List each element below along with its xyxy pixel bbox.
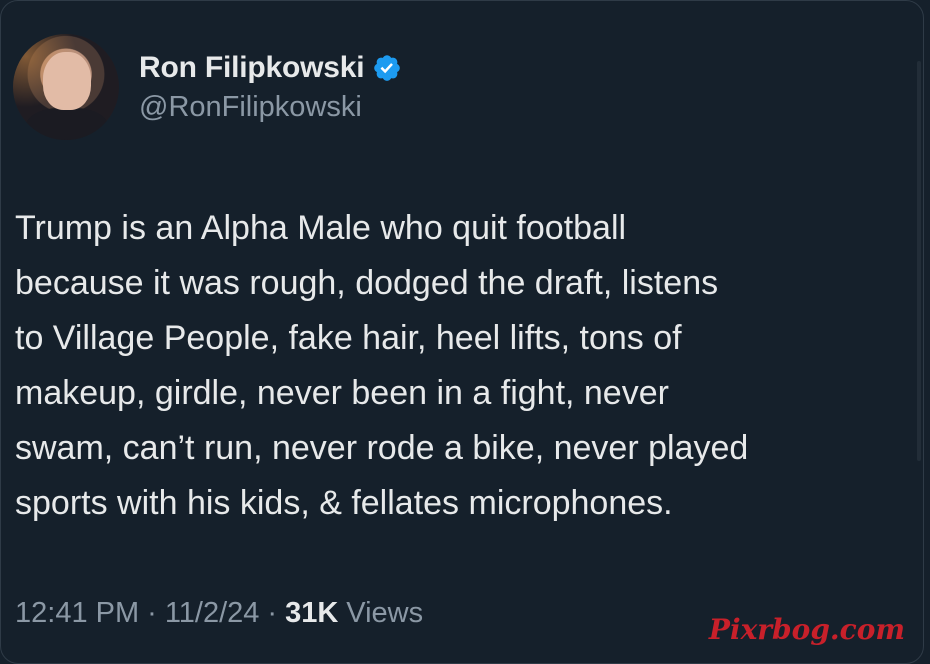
- views-count[interactable]: 31K: [285, 597, 338, 630]
- views-label[interactable]: Views: [346, 597, 423, 630]
- tweet-text: Trump is an Alpha Male who quit football…: [15, 209, 749, 522]
- avatar-shirt: [25, 108, 109, 140]
- tweet-card: Ron Filipkowski @RonFilipkowski Trump is…: [0, 0, 924, 664]
- author-info: Ron Filipkowski @RonFilipkowski: [139, 51, 402, 124]
- avatar[interactable]: [13, 34, 119, 140]
- tweet-time[interactable]: 12:41 PM: [15, 597, 139, 630]
- avatar-head: [43, 52, 91, 110]
- name-row: Ron Filipkowski: [139, 51, 402, 85]
- watermark: Pixrbog.com: [708, 613, 905, 646]
- meta-separator: ·: [267, 597, 278, 629]
- author-display-name[interactable]: Ron Filipkowski: [139, 51, 365, 85]
- tweet-header: Ron Filipkowski @RonFilipkowski: [13, 34, 402, 140]
- author-handle[interactable]: @RonFilipkowski: [139, 91, 402, 124]
- scrollbar[interactable]: [917, 61, 921, 461]
- tweet-date[interactable]: 11/2/24: [165, 597, 260, 630]
- tweet-meta: 12:41 PM · 11/2/24 · 31K Views: [15, 597, 423, 630]
- meta-separator: ·: [147, 597, 157, 629]
- verified-badge-icon: [372, 53, 402, 83]
